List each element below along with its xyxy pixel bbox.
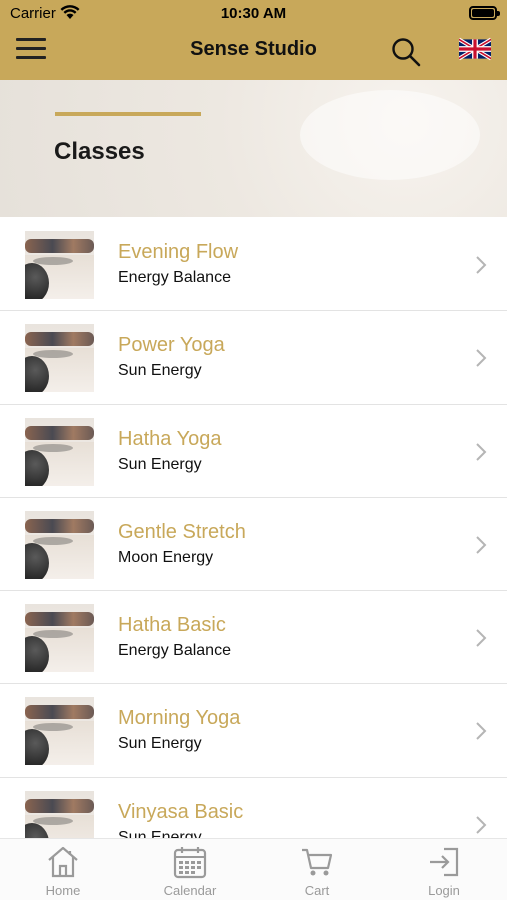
- class-thumbnail: [25, 324, 94, 393]
- class-thumbnail: [25, 790, 94, 838]
- class-subtitle: Sun Energy: [118, 455, 202, 473]
- tab-login-label: Login: [428, 883, 460, 898]
- class-subtitle: Sun Energy: [118, 735, 202, 753]
- class-list-item[interactable]: Vinyasa Basic Sun Energy: [0, 778, 507, 838]
- class-subtitle: Energy Balance: [118, 269, 231, 286]
- status-bar: Carrier 10:30 AM: [0, 0, 507, 28]
- uk-flag-icon[interactable]: [459, 36, 491, 62]
- tab-calendar-label: Calendar: [163, 883, 217, 898]
- class-thumbnail: [25, 417, 94, 486]
- tab-bar: Home Calendar Cart Login: [0, 838, 507, 900]
- class-list-item[interactable]: Hatha Yoga Sun Energy: [0, 405, 507, 498]
- class-list-item[interactable]: Power Yoga Sun Energy: [0, 311, 507, 405]
- class-thumbnail: [25, 231, 94, 299]
- chevron-right-icon: [476, 722, 487, 741]
- home-icon: [48, 846, 78, 878]
- class-title: Evening Flow: [118, 241, 239, 263]
- class-subtitle: Energy Balance: [118, 642, 231, 660]
- calendar-icon: [173, 847, 207, 879]
- class-subtitle: Sun Energy: [118, 828, 202, 838]
- class-title: Power Yoga: [118, 334, 225, 357]
- class-thumbnail: [25, 604, 94, 673]
- tab-home-label: Home: [45, 883, 81, 898]
- search-icon[interactable]: [390, 36, 422, 68]
- class-subtitle: Moon Energy: [118, 548, 214, 566]
- tab-home[interactable]: Home: [0, 839, 126, 900]
- chevron-right-icon: [476, 816, 487, 834]
- chevron-right-icon: [476, 442, 487, 461]
- app-screen: Carrier 10:30 AM Sense Studio Classes Ev…: [0, 0, 507, 900]
- app-title: Sense Studio: [190, 38, 317, 60]
- chevron-right-icon: [476, 349, 487, 368]
- heading-accent-bar: [55, 112, 201, 116]
- class-list-item[interactable]: Gentle Stretch Moon Energy: [0, 498, 507, 592]
- login-icon: [430, 847, 459, 877]
- class-title: Vinyasa Basic: [118, 800, 244, 823]
- hero-banner: Classes: [0, 80, 507, 217]
- class-title: Gentle Stretch: [118, 520, 246, 543]
- tab-cart[interactable]: Cart: [254, 839, 380, 900]
- class-title: Hatha Yoga: [118, 427, 222, 450]
- chevron-right-icon: [476, 536, 487, 554]
- class-subtitle: Sun Energy: [118, 362, 202, 380]
- class-list: Evening Flow Energy Balance Power Yoga Sun …: [0, 218, 507, 838]
- class-thumbnail: [25, 510, 94, 579]
- status-time: 10:30 AM: [220, 5, 287, 22]
- tab-cart-label: Cart: [304, 883, 330, 898]
- cart-icon: [302, 848, 333, 876]
- top-bar: Carrier 10:30 AM Sense Studio: [0, 0, 507, 80]
- class-thumbnail: [25, 697, 94, 766]
- battery-icon: [469, 6, 500, 20]
- chevron-right-icon: [476, 256, 487, 274]
- class-title: Morning Yoga: [118, 707, 241, 730]
- class-title: Hatha Basic: [118, 614, 226, 637]
- class-list-item[interactable]: Morning Yoga Sun Energy: [0, 684, 507, 778]
- chevron-right-icon: [476, 629, 487, 647]
- class-list-item[interactable]: Hatha Basic Energy Balance: [0, 591, 507, 685]
- class-list-item[interactable]: Evening Flow Energy Balance: [0, 218, 507, 312]
- tab-login[interactable]: Login: [381, 839, 507, 900]
- page-title: Classes: [54, 138, 145, 165]
- tab-calendar[interactable]: Calendar: [127, 839, 253, 900]
